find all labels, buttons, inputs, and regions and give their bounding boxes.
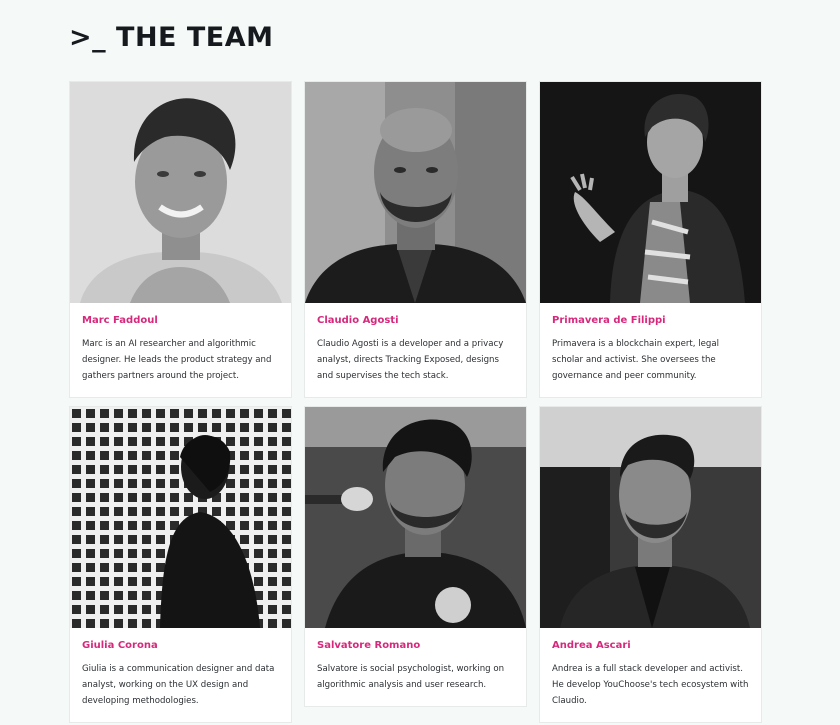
member-name: Salvatore Romano (317, 640, 421, 651)
member-photo (70, 82, 291, 303)
member-photo (305, 82, 526, 303)
team-card-claudio-agosti: Claudio Agosti Claudio Agosti is a devel… (304, 81, 527, 398)
member-bio: Marc is an AI researcher and algorithmic… (82, 339, 272, 381)
team-card-primavera-de-filippi: Primavera de Filippi Primavera is a bloc… (539, 81, 762, 398)
member-bio: Claudio Agosti is a developer and a priv… (317, 339, 504, 381)
member-bio: Giulia is a communication designer and d… (82, 664, 275, 706)
member-bio: Andrea is a full stack developer and act… (552, 664, 749, 706)
team-card-salvatore-romano: Salvatore Romano Salvatore is social psy… (304, 406, 527, 707)
member-photo (305, 407, 526, 628)
member-photo (540, 407, 761, 628)
team-card-giulia-corona: Giulia Corona Giulia is a communication … (69, 406, 292, 723)
team-card-marc-faddoul: Marc Faddoul Marc is an AI researcher an… (69, 81, 292, 398)
member-photo (540, 82, 761, 303)
member-name: Primavera de Filippi (552, 315, 666, 326)
member-name: Claudio Agosti (317, 315, 399, 326)
member-bio: Salvatore is social psychologist, workin… (317, 664, 505, 690)
member-name: Andrea Ascari (552, 640, 631, 651)
team-page: >_ THE TEAM Marc Faddoul Marc is an AI r… (0, 0, 840, 725)
member-photo (70, 407, 291, 628)
member-name: Marc Faddoul (82, 315, 158, 326)
team-card-andrea-ascari: Andrea Ascari Andrea is a full stack dev… (539, 406, 762, 723)
section-title: >_ THE TEAM (69, 22, 274, 53)
team-grid: Marc Faddoul Marc is an AI researcher an… (69, 81, 762, 723)
member-name: Giulia Corona (82, 640, 158, 651)
member-bio: Primavera is a blockchain expert, legal … (552, 339, 720, 381)
